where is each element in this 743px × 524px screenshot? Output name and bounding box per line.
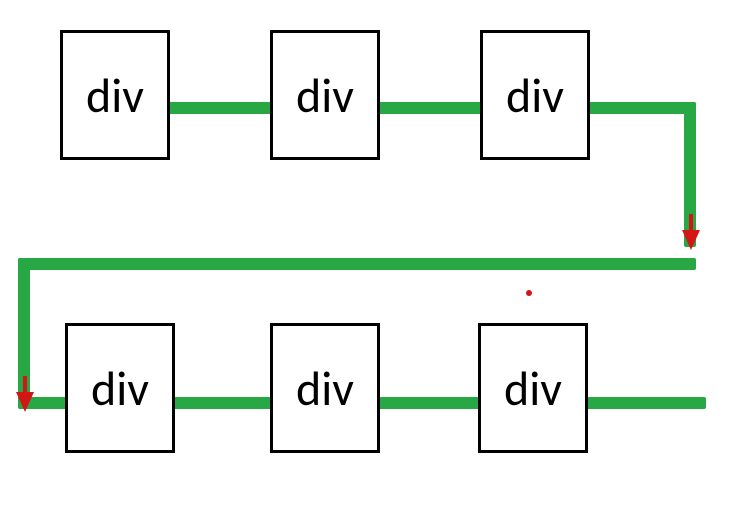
box-2: div (270, 30, 380, 160)
box-3-label: div (506, 66, 564, 125)
connector-3-right (588, 102, 696, 114)
box-3: div (480, 30, 590, 160)
box-6-label: div (504, 359, 562, 418)
stray-dot-icon (526, 290, 532, 296)
arrow-right-down-icon (682, 230, 700, 250)
box-4-label: div (91, 359, 149, 418)
box-6: div (478, 323, 588, 453)
connector-6-right (586, 397, 706, 409)
connector-return (18, 258, 696, 270)
connector-4-5 (173, 397, 273, 409)
box-5: div (270, 323, 380, 453)
box-2-label: div (296, 66, 354, 125)
box-1: div (60, 30, 170, 160)
connector-5-6 (378, 397, 480, 409)
box-4: div (65, 323, 175, 453)
box-5-label: div (296, 359, 354, 418)
connector-2-3 (378, 102, 482, 114)
connector-1-2 (168, 102, 272, 114)
arrow-left-down-icon (16, 392, 34, 412)
box-1-label: div (86, 66, 144, 125)
